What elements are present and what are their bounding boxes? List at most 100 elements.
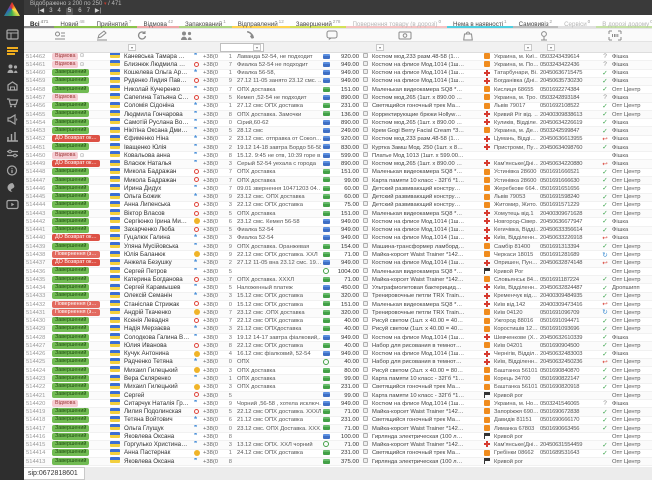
status-cell: ДО Возврат ок… (50, 160, 108, 168)
sidebar-purchases-icon[interactable] (4, 96, 20, 109)
address-filter-dropdown[interactable]: ▾ (547, 44, 555, 51)
tracking-number: 0501691094471 (538, 317, 598, 325)
per-page-dropdown-caret[interactable]: ▾ (104, 1, 107, 7)
sidebar-marketing-icon[interactable] (4, 113, 20, 126)
column-header-barcode-icon[interactable] (608, 30, 620, 41)
order-amount: 151.00 (331, 210, 361, 218)
pager-page-7[interactable]: 7 (87, 8, 90, 15)
product-box-icon (363, 358, 368, 363)
product-box-icon (363, 86, 368, 91)
tab-8[interactable]: Повернення товару (в дорозі)0 (346, 15, 447, 28)
call-count: 0 (223, 301, 235, 309)
status-badge: Завершений (52, 342, 89, 349)
column-header-status-refresh-icon[interactable] (136, 30, 148, 41)
tracking-number: 0501691096709 (538, 309, 598, 317)
phone-number: +38(0 (201, 168, 223, 176)
column-header-order-id-icon[interactable] (54, 30, 66, 41)
carrier-red-icon (484, 144, 490, 150)
tab-11[interactable]: Сервіси0 (558, 15, 596, 28)
tab-7[interactable]: Завершений278 (290, 15, 347, 28)
payment-cell (321, 251, 331, 259)
sidebar-theme-icon[interactable] (4, 181, 20, 194)
delivery-address: Кривой рог (492, 458, 538, 466)
payment-cell (321, 201, 331, 209)
tracking-status-icon: ✓ (598, 442, 610, 449)
product-filter-dropdown[interactable]: ▾ (524, 44, 532, 51)
tab-4[interactable]: Відмова42 (137, 15, 179, 28)
column-header-clients-icon[interactable] (180, 30, 192, 41)
tracking-number: 0501690904500 (538, 342, 598, 350)
product-name: Карта памяти 10 класс - 32Гб *1… (370, 392, 482, 400)
tracking-number: 20450633226918 (538, 234, 598, 242)
price-filter-dropdown[interactable]: ▾ (376, 44, 384, 51)
column-header-phone-icon[interactable] (244, 30, 256, 41)
order-id: 514427 (24, 342, 50, 350)
carrier-flag-icon (484, 458, 490, 464)
sidebar-dashboard-icon[interactable] (4, 28, 20, 41)
product-name: Детский развивающий констру… (370, 201, 482, 209)
product-icon-cell (361, 449, 370, 457)
column-header-comment-icon[interactable] (326, 30, 338, 41)
pager-page-5[interactable]: 5 (66, 8, 73, 15)
pager-page-3[interactable]: 3 (49, 8, 52, 15)
status-cell: Завершений (50, 69, 108, 77)
sidebar-info-icon[interactable] (4, 164, 20, 177)
comment-filter-dropdown[interactable]: ▾ (253, 44, 261, 51)
carrier-red-icon (484, 70, 490, 76)
sidebar-orders-icon[interactable] (4, 45, 20, 58)
tab-6[interactable]: Відправлений12 (232, 15, 290, 28)
call-count: 3 (223, 334, 235, 342)
phone-number: +38(0 (201, 201, 223, 209)
call-count: 7 (223, 61, 235, 69)
status-filter-dropdown[interactable]: ▾ (128, 44, 136, 51)
carrier-cell (482, 234, 492, 242)
pager-page-6[interactable]: 6 (78, 8, 81, 15)
customer-name: Яковлева Оксана (122, 433, 192, 441)
sidebar-company-icon[interactable] (4, 79, 20, 92)
tab-5[interactable]: Запакований1 (179, 15, 232, 28)
column-header-location-pin-icon[interactable] (538, 30, 550, 41)
sidebar-clients-icon[interactable] (4, 62, 20, 75)
column-header-product-bag-icon[interactable] (462, 30, 474, 41)
carrier-red-icon (484, 227, 490, 233)
payment-green-icon (323, 169, 330, 174)
column-header-edit-icon[interactable] (96, 30, 108, 41)
product-name: Костюм мод.233 разм.48-58 (1… (370, 53, 482, 61)
table-row-order-514413[interactable]: 514413ЗавершенийЯковлева Оксана*+38(0837… (24, 458, 652, 466)
ukraine-flag-icon (110, 201, 120, 207)
pager-first-button[interactable]: |◀ (38, 8, 44, 15)
status-info-icon: ⊙ (79, 62, 84, 68)
payment-green-icon (323, 343, 330, 348)
tracking-status-icon: ? (598, 61, 610, 68)
sidebar-video-icon[interactable] (4, 198, 20, 211)
payment-cell (321, 284, 331, 292)
customer-name: Анна Пастернак (122, 449, 192, 457)
order-id: 514450 (24, 152, 50, 160)
product-name: Крем Gogi Berry Facial Cream *3… (370, 127, 482, 135)
call-count: 3 (223, 441, 235, 449)
customer-name: Власюк Наталья (122, 160, 192, 168)
payment-cell (321, 243, 331, 251)
tab-3[interactable]: Прийнятий7 (91, 15, 138, 28)
payment-cell (321, 102, 331, 110)
app-logo[interactable] (4, 2, 20, 16)
tab-1[interactable]: Всі471 (24, 15, 54, 28)
payment-circle-icon (323, 359, 329, 365)
tab-2[interactable]: Новий48 (54, 15, 90, 28)
payment-green-icon (323, 244, 330, 249)
order-comment: 23.12 смс. Кемел 56-58 (235, 218, 321, 226)
tab-9[interactable]: Нема в наявності1 (447, 15, 513, 28)
pager-last-button[interactable]: ▶| (95, 8, 101, 15)
call-count: 8 (223, 111, 235, 119)
pager-page-4[interactable]: 4 (58, 8, 61, 15)
tracking-number: 0501690666170 (538, 416, 598, 424)
column-header-money-icon[interactable] (398, 30, 410, 41)
tab-12[interactable]: В дорозі додому0 (596, 15, 652, 28)
status-cell: Повернення (з… (50, 301, 108, 309)
sidebar-stats-icon[interactable] (4, 130, 20, 143)
status-cell: Відмова⊙ (50, 61, 108, 70)
order-source: Фішка (610, 144, 652, 152)
sidebar-settings-icon[interactable] (4, 147, 20, 160)
tab-10[interactable]: Самовивіз2 (513, 15, 558, 28)
call-status-cell: * (192, 425, 201, 433)
